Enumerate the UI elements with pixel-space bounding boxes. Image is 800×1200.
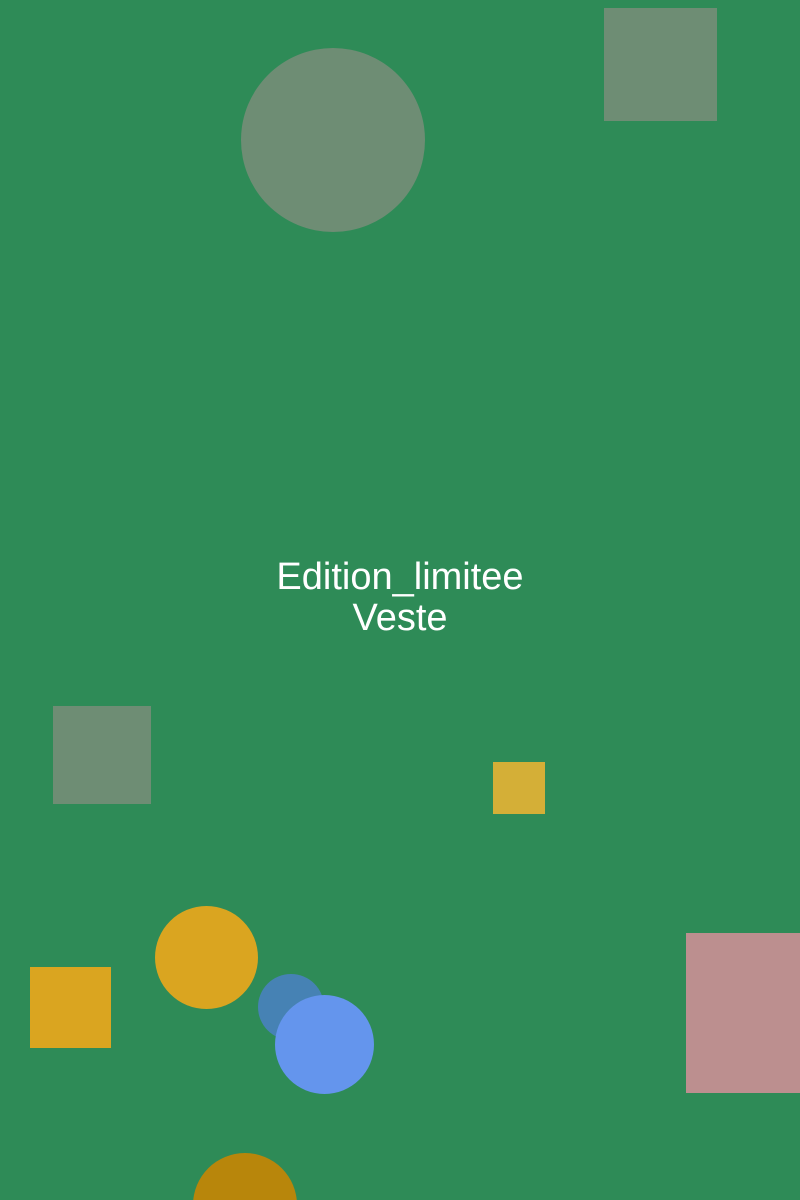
- title-line-2: Veste: [352, 597, 448, 639]
- gray-square-left: [53, 706, 151, 804]
- rosy-rectangle-right: [686, 933, 800, 1093]
- product-title: Edition_limitee Veste: [0, 557, 800, 639]
- product-image: Edition_limitee Veste: [0, 0, 800, 1200]
- gray-square-top-right: [604, 8, 717, 121]
- cornflower-blue-circle: [275, 995, 374, 1094]
- dark-gold-circle-bottom: [193, 1153, 297, 1200]
- mustard-square-small: [493, 762, 545, 814]
- gold-circle: [155, 906, 258, 1009]
- gray-circle-top: [241, 48, 425, 232]
- title-line-1: Edition_limitee: [276, 556, 524, 598]
- gold-square-bottom-left: [30, 967, 111, 1048]
